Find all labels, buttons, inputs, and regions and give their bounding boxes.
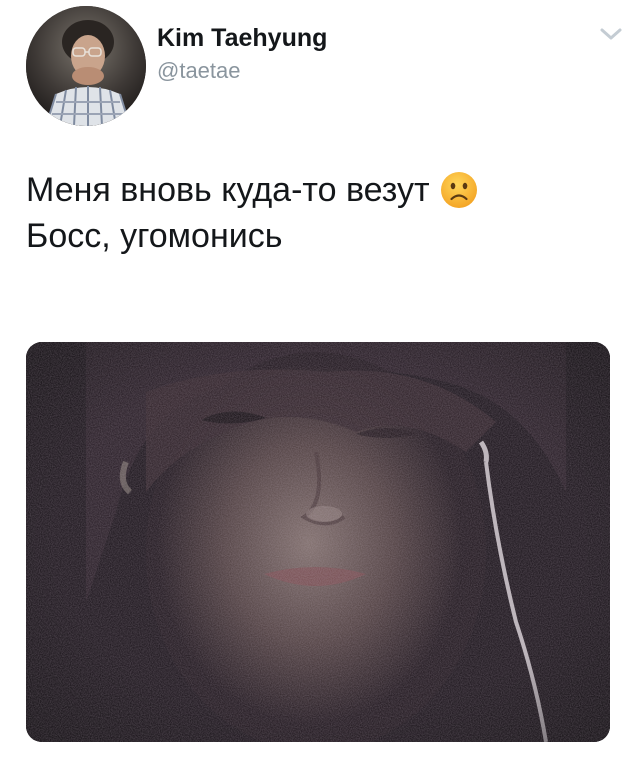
user-handle[interactable]: @taetae [157,56,327,86]
tweet-text: Меня вновь куда-то везут Босс, угомонись [26,167,616,259]
display-name[interactable]: Kim Taehyung [157,22,327,54]
tweet-card: Kim Taehyung @taetae Меня вновь куда-то … [0,0,640,770]
chevron-down-icon [600,28,622,40]
tweet-text-line-2: Босс, угомонись [26,217,283,255]
selfie-photo-icon [26,342,610,742]
frowning-face-icon [440,172,477,208]
tweet-text-line-1-content: Меня вновь куда-то везут [26,171,430,209]
tweet-photo[interactable] [26,342,610,742]
user-info: Kim Taehyung @taetae [157,22,327,86]
profile-photo-icon [26,6,146,126]
avatar[interactable] [26,6,146,126]
tweet-menu-button[interactable] [596,22,626,46]
tweet-text-line-1: Меня вновь куда-то везут [26,167,616,213]
